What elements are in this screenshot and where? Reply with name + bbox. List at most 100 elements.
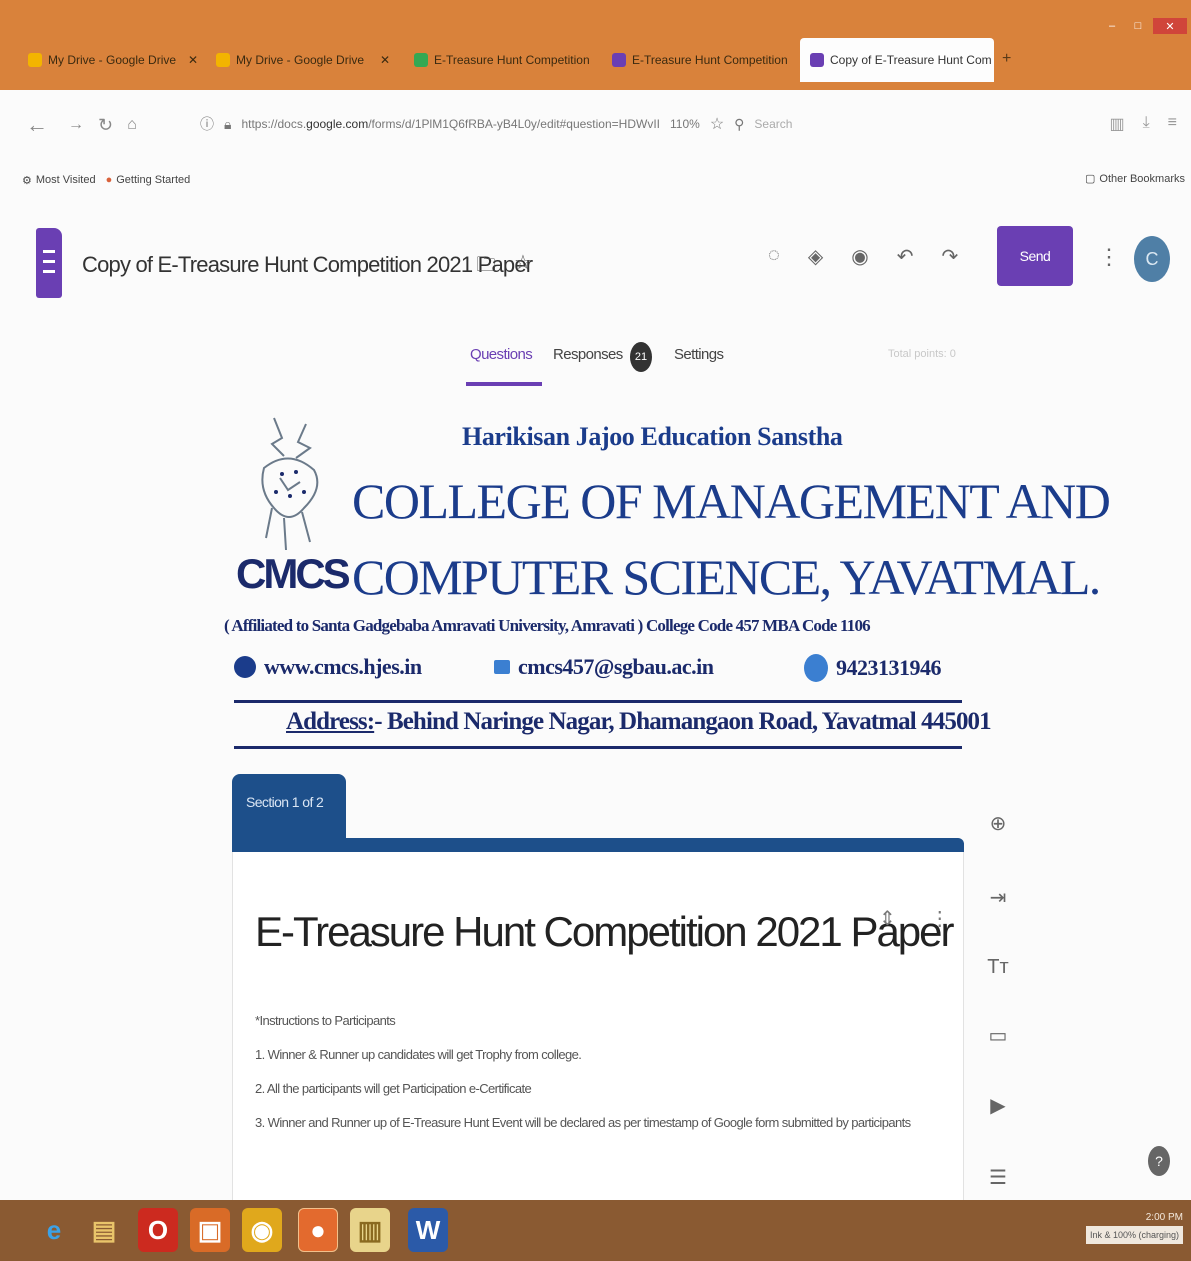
close-tab-icon[interactable]: ✕: [596, 53, 598, 67]
browser-tab-1[interactable]: My Drive - Google Drive ✕: [18, 38, 204, 82]
zoom-level[interactable]: 110%: [670, 117, 700, 131]
avatar[interactable]: C: [1134, 236, 1170, 282]
maximize-icon[interactable]: □: [1127, 18, 1149, 34]
back-icon[interactable]: ←: [26, 112, 48, 138]
forms-header: Copy of E-Treasure Hunt Competition 2021…: [0, 200, 1191, 310]
opera-icon[interactable]: O: [138, 1208, 178, 1252]
sanstha-name: Harikisan Jajoo Education Sanstha: [462, 422, 843, 451]
url-text: https://docs.google.com/forms/d/1PlM1Q6f…: [241, 117, 660, 131]
browser-toolbar-icons: ▥ ⤓ ≡: [1109, 114, 1177, 134]
internet-explorer-icon[interactable]: e: [34, 1208, 74, 1252]
firefox-icon[interactable]: ●: [298, 1208, 338, 1252]
bookmark-label: Most Visited: [35, 174, 96, 186]
other-bookmarks-label: Other Bookmarks: [1099, 172, 1185, 185]
undo-icon[interactable]: ↶: [897, 244, 914, 269]
form-description[interactable]: *Instructions to Participants 1. Winner …: [255, 1004, 945, 1140]
close-tab-icon[interactable]: ✕: [374, 53, 390, 67]
file-explorer-icon[interactable]: ▤: [84, 1208, 124, 1252]
google-forms-logo-icon[interactable]: [36, 228, 62, 298]
address-bar[interactable]: ⓘ 🔒︎ https://docs.google.com/forms/d/1Pl…: [200, 108, 880, 140]
bookmark-star-icon[interactable]: ☆: [710, 114, 724, 134]
move-to-folder-icon[interactable]: 🗀: [476, 250, 496, 284]
form-title-card[interactable]: E-Treasure Hunt Competition 2021 Paper ⇕…: [232, 852, 964, 1202]
star-icon[interactable]: ☆: [514, 250, 532, 284]
close-window-icon[interactable]: ✕: [1153, 18, 1187, 34]
browser-tab-title: Copy of E-Treasure Hunt Com: [830, 53, 992, 67]
add-video-icon[interactable]: ▶: [986, 1092, 1010, 1118]
bookmark-getting-started[interactable]: ● Getting Started: [106, 174, 191, 186]
preview-eye-icon[interactable]: ◉: [851, 244, 868, 269]
tab-settings[interactable]: Settings: [674, 346, 724, 363]
clock[interactable]: 2:00 PM: [1086, 1210, 1183, 1226]
new-tab-icon[interactable]: +: [1002, 50, 1011, 68]
add-section-icon[interactable]: ☰: [986, 1164, 1010, 1190]
instruction-item: 1. Winner & Runner up candidates will ge…: [255, 1047, 582, 1062]
address-text: - Behind Naringe Nagar, Dhamangaon Road,…: [374, 708, 991, 735]
reload-icon[interactable]: ↻: [98, 115, 113, 136]
card-actions: ⇕ ⋮: [879, 906, 950, 931]
folder-icon: ▢: [1085, 173, 1096, 185]
browser-tab-4[interactable]: E-Treasure Hunt Competition ✕: [602, 38, 798, 82]
browser-tab-active[interactable]: Copy of E-Treasure Hunt Com ✕: [800, 38, 994, 82]
import-questions-icon[interactable]: ⇥: [986, 884, 1010, 910]
customize-theme-icon[interactable]: ◌: [768, 244, 780, 269]
instruction-item: 2. All the participants will get Partici…: [255, 1081, 532, 1096]
bookmarks-bar: ⚙ Most Visited ● Getting Started ▢ Other…: [0, 160, 1191, 200]
menu-icon[interactable]: ≡: [1168, 114, 1177, 134]
forward-icon[interactable]: →: [68, 116, 84, 134]
college-emblem-icon: [261, 417, 319, 551]
phone-icon: [804, 654, 828, 682]
info-icon: ⓘ: [200, 116, 214, 132]
google-drive-icon: [216, 53, 230, 67]
tab-responses[interactable]: Responses: [553, 346, 623, 363]
minimize-icon[interactable]: –: [1101, 18, 1123, 34]
more-vert-icon[interactable]: ⋮: [930, 906, 950, 931]
bookmark-most-visited[interactable]: ⚙ Most Visited: [22, 174, 96, 187]
add-question-icon[interactable]: ⊕: [986, 810, 1010, 836]
college-name-line-1: COLLEGE OF MANAGEMENT AND: [352, 473, 1111, 529]
word-icon[interactable]: W: [408, 1208, 448, 1252]
download-icon[interactable]: ⤓: [1143, 114, 1150, 134]
document-title[interactable]: Copy of E-Treasure Hunt Competition 2021…: [82, 252, 533, 278]
help-icon[interactable]: ?: [1148, 1146, 1170, 1176]
firefox-icon: ●: [105, 174, 113, 186]
affiliation-text: ( Affiliated to Santa Gadgebaba Amravati…: [224, 616, 871, 635]
browser-tab-3[interactable]: E-Treasure Hunt Competition ✕: [404, 38, 598, 82]
form-title[interactable]: E-Treasure Hunt Competition 2021 Paper: [255, 908, 955, 956]
tab-questions[interactable]: Questions: [470, 346, 533, 363]
address-label: Address:: [286, 708, 375, 735]
browser-tab-2[interactable]: My Drive - Google Drive ✕: [206, 38, 400, 82]
google-forms-icon: [612, 53, 626, 67]
windows-taskbar: e ▤ O ▣ ◉ ● ▥ W 2:00 PM Ink & 100% (char…: [0, 1200, 1191, 1261]
question-toolbar: ⊕ ⇥ Tт ▭ ▶ ☰: [978, 800, 1018, 1200]
website-text: www.cmcs.hjes.in: [264, 654, 422, 679]
redo-icon[interactable]: ↷: [942, 244, 959, 269]
phone-item: 9423131946: [804, 654, 942, 682]
close-tab-icon[interactable]: ✕: [794, 53, 798, 67]
globe-icon: [234, 656, 256, 678]
email-item: cmcs457@sgbau.ac.in: [494, 654, 714, 680]
form-header-image: CMCS Harikisan Jajoo Education Sanstha C…: [224, 400, 1111, 760]
other-bookmarks[interactable]: ▢ Other Bookmarks: [1085, 172, 1185, 186]
search-input[interactable]: Search: [754, 117, 792, 131]
chrome-icon[interactable]: ◉: [242, 1208, 282, 1252]
close-tab-icon[interactable]: ✕: [182, 53, 198, 67]
google-drive-icon: [28, 53, 42, 67]
address-line: Address:- Behind Naringe Nagar, Dhamanga…: [286, 708, 992, 736]
home-icon[interactable]: ⌂: [127, 116, 137, 134]
send-button[interactable]: Send: [997, 226, 1073, 286]
library-icon[interactable]: ▥: [1109, 114, 1124, 134]
tray-status: Ink & 100% (charging): [1085, 1226, 1183, 1244]
system-tray: 2:00 PM Ink & 100% (charging): [1085, 1210, 1183, 1244]
addons-icon[interactable]: ◈: [808, 244, 823, 269]
notes-icon[interactable]: ▥: [350, 1208, 390, 1252]
add-title-icon[interactable]: Tт: [986, 954, 1010, 980]
collapse-section-icon[interactable]: ⇕: [879, 906, 896, 931]
media-player-icon[interactable]: ▣: [190, 1208, 230, 1252]
browser-tab-title: E-Treasure Hunt Competition: [632, 53, 788, 67]
add-image-icon[interactable]: ▭: [986, 1022, 1010, 1048]
mail-icon: [494, 660, 510, 674]
search-icon: ⚲: [734, 115, 745, 132]
more-options-icon[interactable]: ⋮: [1098, 244, 1120, 270]
header-actions: ◌ ◈ ◉ ↶ ↷: [768, 244, 958, 269]
